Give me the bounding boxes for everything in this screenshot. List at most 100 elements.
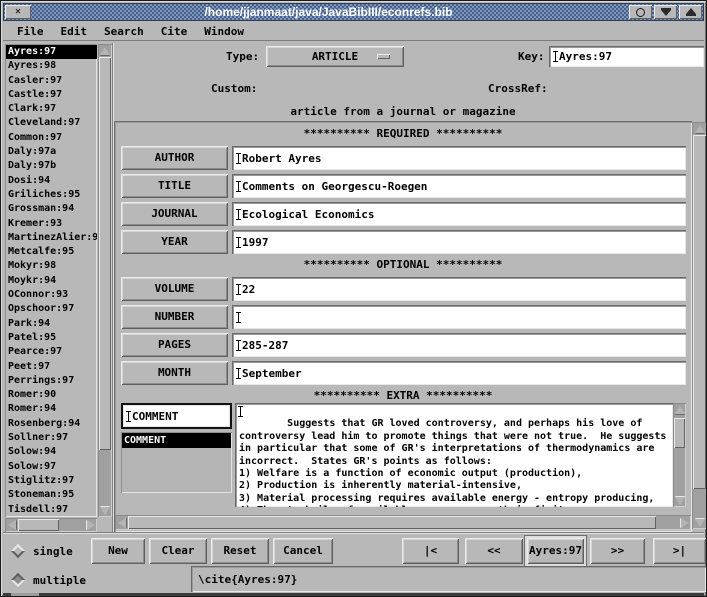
sidebar-list-item[interactable]: Stoneman:95 [6,488,97,502]
iconify-button[interactable] [629,5,652,19]
extra-list-item[interactable]: COMMENT [122,433,231,448]
sidebar-list-item[interactable]: Cleveland:97 [6,116,97,130]
down-arrow-icon[interactable] [692,516,707,529]
sidebar-list-item[interactable]: Castle:97 [6,88,97,102]
title-bar[interactable]: ✕ /home/jjanmaat/java/JavaBibIII/econref… [3,3,704,21]
bottom-resize-bar[interactable] [3,593,704,597]
scrollbar-trough[interactable] [98,57,112,504]
sidebar-list-item[interactable]: Park:94 [6,317,97,331]
mode-multiple-radio[interactable]: multiple [13,568,86,592]
scrollbar-thumb[interactable] [99,57,111,450]
left-arrow-icon[interactable] [5,518,18,532]
nav-current-key-button[interactable]: Ayres:97 [527,538,584,564]
cancel-button[interactable]: Cancel [273,538,333,564]
sidebar-list-item[interactable]: Casler:97 [6,74,97,88]
clear-button[interactable]: Clear [149,538,207,564]
sidebar-list-item[interactable]: Romer:90 [6,388,97,402]
scrollbar-trough[interactable] [128,515,678,530]
new-button[interactable]: New [91,538,145,564]
scrollbar-trough[interactable] [673,416,686,494]
down-arrow-icon[interactable] [98,504,112,517]
sidebar-list-item[interactable]: Sollner:97 [6,431,97,445]
textarea-vertical-scrollbar[interactable] [673,403,686,507]
nav-next-button[interactable]: >> [590,538,645,564]
cite-string-field[interactable]: \cite{Ayres:97} [191,566,706,592]
sidebar-list-item[interactable]: Clark:97 [6,102,97,116]
key-field[interactable]: Ayres:97 [549,46,704,67]
sidebar-list-item[interactable]: Opschoor:97 [6,302,97,316]
month-field[interactable]: September [232,361,686,385]
sidebar-list-item[interactable]: Common:97 [6,131,97,145]
author-label-button[interactable]: AUTHOR [121,146,228,170]
sidebar-list-item[interactable]: Romer:94 [6,402,97,416]
right-arrow-icon[interactable] [84,518,97,532]
left-arrow-icon[interactable] [115,515,128,530]
volume-field[interactable]: 22 [232,277,686,301]
sidebar-list-item[interactable]: Daly:97b [6,159,97,173]
menu-window[interactable]: Window [204,25,244,38]
number-field[interactable] [232,305,686,329]
sidebar-list-item[interactable]: Metcalfe:95 [6,245,97,259]
menu-cite[interactable]: Cite [161,25,188,38]
sidebar-list-item[interactable]: Patel:95 [6,331,97,345]
author-field[interactable]: Robert Ayres [232,146,686,170]
year-label-button[interactable]: YEAR [121,230,228,254]
up-arrow-icon[interactable] [692,122,707,135]
pages-field[interactable]: 285-287 [232,333,686,357]
title-label-button[interactable]: TITLE [121,174,228,198]
lower-button[interactable] [654,5,677,19]
sidebar-list-item[interactable]: Solow:97 [6,460,97,474]
sidebar-list-item[interactable]: Perrings:97 [6,374,97,388]
volume-label-button[interactable]: VOLUME [121,277,228,301]
sidebar-list-item[interactable]: MartinezAlier:9 [6,231,97,245]
nav-last-button[interactable]: >| [653,538,706,564]
menu-file[interactable]: File [17,25,44,38]
sidebar-list-item[interactable]: Ayres:98 [6,59,97,73]
sidebar-list-item[interactable]: Peet:97 [6,360,97,374]
sidebar-list-item[interactable]: OConnor:93 [6,288,97,302]
sidebar-vertical-scrollbar[interactable] [98,44,112,517]
sidebar-list-item[interactable]: Dosi:94 [6,174,97,188]
pages-label-button[interactable]: PAGES [121,333,228,357]
scrollbar-thumb[interactable] [18,519,59,531]
panel-vertical-scrollbar[interactable] [692,122,707,529]
close-button[interactable]: ✕ [5,5,31,19]
sidebar-list-item[interactable]: Moykr:94 [6,274,97,288]
scrollbar-thumb[interactable] [674,418,685,448]
panel-horizontal-scrollbar[interactable] [115,515,691,530]
scrollbar-thumb[interactable] [128,516,656,529]
sidebar-list-item[interactable]: Ayres:97 [6,45,97,59]
title-field[interactable]: Comments on Georgescu-Roegen [232,174,686,198]
sidebar-horizontal-scrollbar[interactable] [5,518,97,532]
right-arrow-icon[interactable] [678,515,691,530]
journal-label-button[interactable]: JOURNAL [121,202,228,226]
sidebar-list-item[interactable]: Pearce:97 [6,345,97,359]
up-arrow-icon[interactable] [673,403,686,416]
reset-button[interactable]: Reset [211,538,269,564]
nav-first-button[interactable]: |< [402,538,459,564]
scrollbar-trough[interactable] [18,518,84,532]
sidebar-list-item[interactable]: Mokyr:98 [6,259,97,273]
journal-field[interactable]: Ecological Economics [232,202,686,226]
extra-field-name-input[interactable]: COMMENT [121,403,232,429]
sidebar-list-item[interactable]: Daly:97a [6,145,97,159]
sidebar-list-item[interactable]: Kremer:93 [6,217,97,231]
comment-textarea[interactable]: Suggests that GR loved controversy, and … [235,403,673,507]
sidebar-list-item[interactable]: Grossman:94 [6,202,97,216]
sidebar-list-item[interactable]: Griliches:95 [6,188,97,202]
menu-edit[interactable]: Edit [61,25,88,38]
scrollbar-thumb[interactable] [693,135,706,489]
type-option-menu[interactable]: ARTICLE [266,46,404,67]
menu-search[interactable]: Search [104,25,144,38]
scrollbar-trough[interactable] [692,135,707,516]
sidebar-list-item[interactable]: Stiglitz:97 [6,474,97,488]
month-label-button[interactable]: MONTH [121,361,228,385]
mode-single-radio[interactable]: single [13,539,73,563]
sidebar-list-item[interactable]: Solow:94 [6,445,97,459]
raise-button[interactable] [679,5,702,19]
down-arrow-icon[interactable] [673,494,686,507]
sidebar-list-item[interactable]: Tisdell:97 [6,503,97,517]
nav-prev-button[interactable]: << [465,538,523,564]
year-field[interactable]: 1997 [232,230,686,254]
sidebar-list-item[interactable]: Rosenberg:94 [6,417,97,431]
